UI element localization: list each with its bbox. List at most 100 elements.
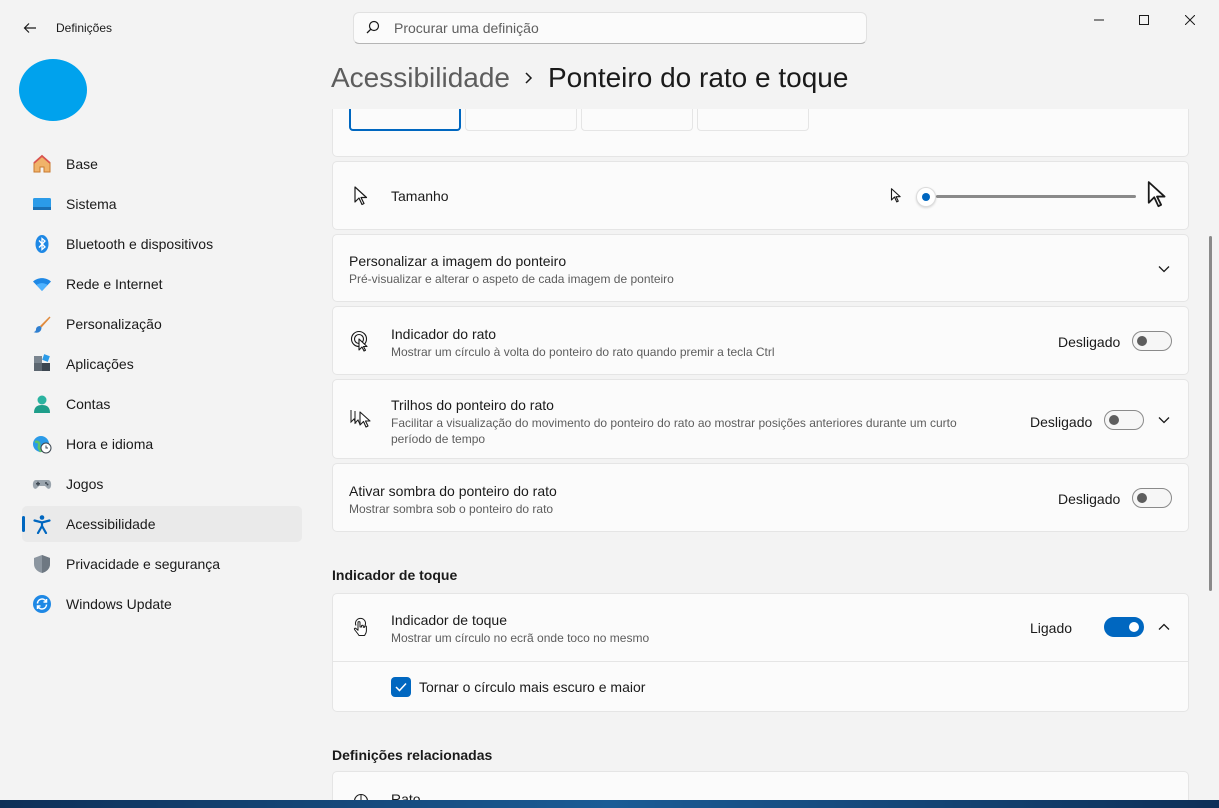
sidebar-item-windows-update[interactable]: Windows Update [22,586,302,622]
sidebar-item-label: Base [66,156,98,172]
apps-icon [32,354,52,374]
chevron-up-icon[interactable] [1156,619,1172,635]
maximize-icon [1139,15,1149,25]
sidebar-item-aplicacoes[interactable]: Aplicações [22,346,302,382]
sidebar-item-rede[interactable]: Rede e Internet [22,266,302,302]
brush-icon [32,314,52,334]
pointer-trails-desc-line2: período de tempo [391,432,486,446]
chevron-right-icon [524,71,534,85]
size-slider-thumb[interactable] [916,187,936,207]
close-icon [1185,15,1195,25]
gamepad-icon [32,474,52,494]
size-title: Tamanho [391,188,449,204]
sidebar-item-personalizacao[interactable]: Personalização [22,306,302,342]
settings-window: Definições Procurar uma definição Base S… [0,0,1219,800]
sidebar-nav: Base Sistema Bluetooth e dispositivos Re… [22,146,302,626]
sidebar-item-label: Jogos [66,476,104,492]
mouse-indicator-toggle[interactable] [1132,331,1172,351]
touch-indicator-card: Indicador de toque Mostrar um círculo no… [332,593,1189,712]
sidebar-item-label: Rede e Internet [66,276,163,292]
touch-indicator-desc: Mostrar um círculo no ecrã onde toco no … [391,631,650,645]
search-box[interactable]: Procurar uma definição [353,12,867,44]
maximize-button[interactable] [1121,4,1167,36]
touch-indicator-toggle[interactable] [1104,617,1144,637]
bluetooth-icon [32,234,52,254]
sidebar-item-label: Personalização [66,316,162,332]
toggle-knob [1137,493,1147,503]
back-button[interactable] [14,14,46,42]
darker-circle-label[interactable]: Tornar o círculo mais escuro e maior [419,679,645,695]
pointer-style-option[interactable] [697,109,809,131]
sidebar-item-privacidade[interactable]: Privacidade e segurança [22,546,302,582]
app-title: Definições [56,21,113,35]
chevron-down-icon[interactable] [1156,261,1172,277]
customize-pointer-image-card[interactable]: Personalizar a imagem do ponteiro Pré-vi… [332,234,1189,302]
mouse-indicator-desc: Mostrar um círculo à volta do ponteiro d… [391,345,775,359]
update-icon [32,594,52,614]
arrow-left-icon [23,23,36,33]
customize-pointer-desc: Pré-visualizar e alterar o aspeto de cad… [349,272,674,286]
pointer-shadow-desc: Mostrar sombra sob o ponteiro do rato [349,502,554,516]
divider [333,661,1188,662]
mouse-indicator-icon [349,329,373,353]
home-icon [32,154,52,174]
accessibility-icon [32,514,52,534]
touch-indicator-state: Ligado [1030,620,1073,636]
desktop-background [0,800,1219,808]
sidebar-item-jogos[interactable]: Jogos [22,466,302,502]
toggle-knob [1137,336,1147,346]
sidebar-item-label: Acessibilidade [66,516,156,532]
pointer-style-option[interactable] [465,109,577,131]
close-button[interactable] [1167,4,1213,36]
sidebar-item-label: Sistema [66,196,117,212]
pointer-trails-state: Desligado [1030,414,1093,430]
breadcrumb-parent[interactable]: Acessibilidade [331,62,510,94]
toggle-knob [1129,622,1139,632]
search-icon [366,20,382,36]
checkmark-icon [395,682,407,692]
scrollbar[interactable] [1209,236,1212,591]
pointer-trails-desc: Facilitar a visualização do movimento do… [391,416,957,430]
wifi-icon [32,274,52,294]
pointer-shadow-title: Ativar sombra do ponteiro do rato [349,483,557,499]
system-icon [32,194,52,214]
sidebar-item-label: Contas [66,396,111,412]
related-mouse-card[interactable]: Rato [332,771,1189,800]
pointer-trails-toggle[interactable] [1104,410,1144,430]
touch-indicator-title: Indicador de toque [391,612,507,628]
pointer-trails-icon [349,407,373,431]
small-pointer-icon [889,185,903,205]
pointer-shadow-state: Desligado [1058,491,1121,507]
toggle-knob [1109,415,1119,425]
pointer-style-option[interactable] [349,109,461,131]
pointer-shadow-card: Ativar sombra do ponteiro do rato Mostra… [332,463,1189,532]
sidebar-item-acessibilidade[interactable]: Acessibilidade [22,506,302,542]
mouse-indicator-title: Indicador do rato [391,326,497,342]
related-settings-header: Definições relacionadas [332,747,493,763]
darker-circle-checkbox[interactable] [391,677,411,697]
search-input[interactable]: Procurar uma definição [394,20,539,36]
size-slider-track[interactable] [936,195,1136,198]
mouse-icon [349,792,373,800]
pointer-style-option[interactable] [581,109,693,131]
breadcrumb: Acessibilidade Ponteiro do rato e toque [331,62,848,94]
sidebar-item-sistema[interactable]: Sistema [22,186,302,222]
sidebar-item-label: Bluetooth e dispositivos [66,236,214,252]
account-icon [32,394,52,414]
minimize-icon [1094,19,1104,21]
sidebar-item-bluetooth[interactable]: Bluetooth e dispositivos [22,226,302,262]
chevron-down-icon[interactable] [1156,412,1172,428]
content-pane: Tamanho Personalizar a imagem do ponteir… [332,109,1189,800]
sidebar-item-base[interactable]: Base [22,146,302,182]
large-pointer-icon [1145,179,1169,209]
minimize-button[interactable] [1076,4,1122,36]
sidebar-item-contas[interactable]: Contas [22,386,302,422]
touch-icon [349,615,373,639]
avatar[interactable] [19,59,87,121]
page-title: Ponteiro do rato e toque [548,62,849,93]
pointer-shadow-toggle[interactable] [1132,488,1172,508]
sidebar-item-label: Privacidade e segurança [66,556,221,572]
mouse-indicator-card: Indicador do rato Mostrar um círculo à v… [332,306,1189,375]
touch-indicator-section-header: Indicador de toque [332,567,458,583]
sidebar-item-hora-idioma[interactable]: Hora e idioma [22,426,302,462]
